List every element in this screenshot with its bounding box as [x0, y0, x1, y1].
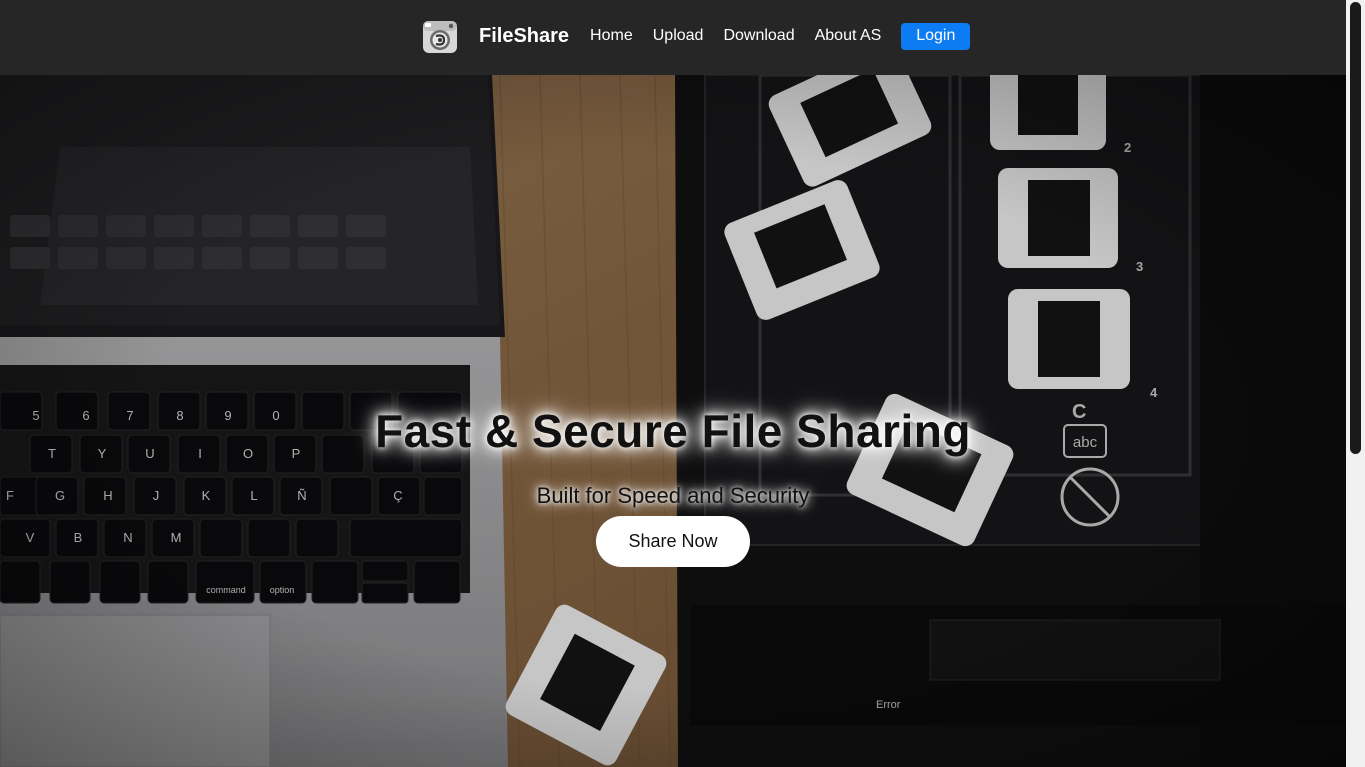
- nav-upload-link[interactable]: Upload: [653, 27, 704, 45]
- nav-about-link[interactable]: About AS: [815, 27, 882, 45]
- brand-name[interactable]: FileShare: [479, 25, 569, 48]
- hero-section: 567 890 TYU IOP FGH JKL ÑÇ VBNM commando…: [0, 75, 1346, 767]
- navbar: FileShare Home Upload Download About AS …: [0, 0, 1346, 75]
- nav-container: FileShare Home Upload Download About AS …: [421, 15, 971, 57]
- hero-title: Fast & Secure File Sharing: [375, 405, 971, 457]
- nav-home-link[interactable]: Home: [590, 27, 633, 45]
- page-scrollbar[interactable]: [1346, 0, 1365, 767]
- login-button[interactable]: Login: [901, 22, 971, 50]
- hero-subtitle: Built for Speed and Security: [536, 483, 810, 508]
- share-now-button[interactable]: Share Now: [596, 516, 750, 567]
- nav-download-link[interactable]: Download: [723, 27, 794, 45]
- camera-app-icon[interactable]: [421, 17, 459, 55]
- scrollbar-thumb[interactable]: [1350, 2, 1361, 454]
